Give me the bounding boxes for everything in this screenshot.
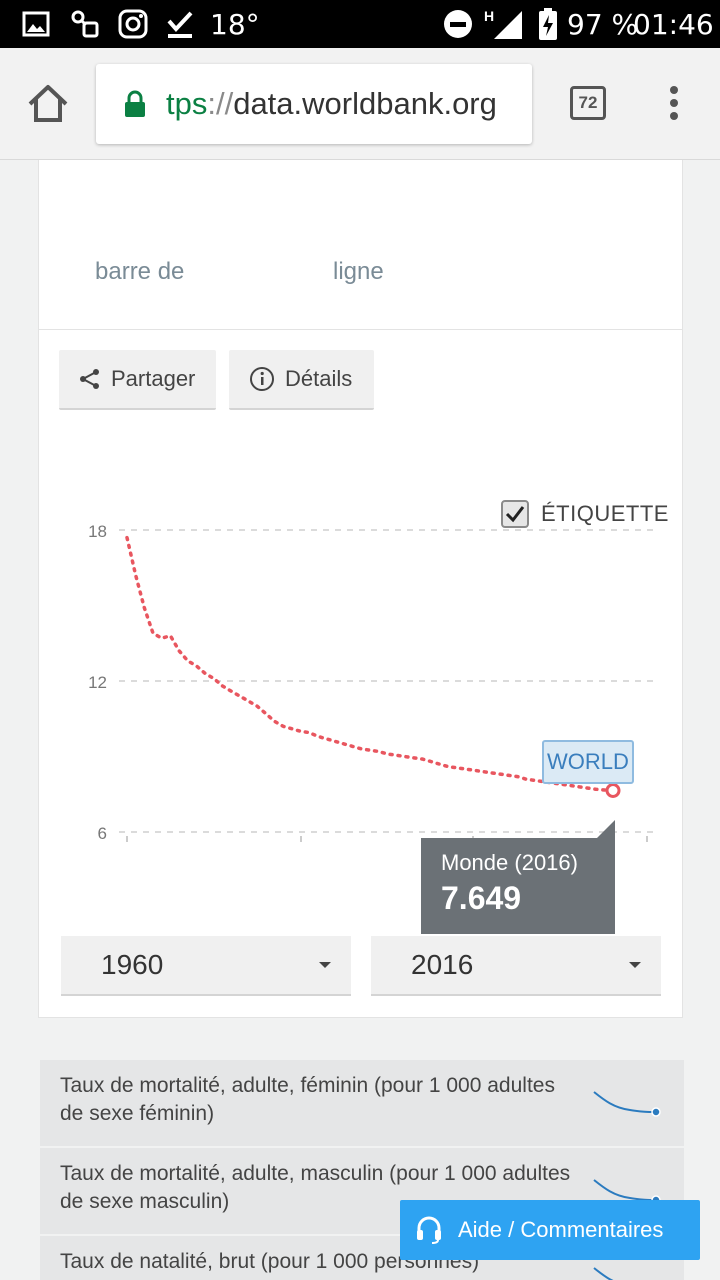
headset-icon	[417, 1216, 441, 1244]
data-point-2016	[605, 783, 621, 799]
tooltip-title: Monde (2016)	[441, 850, 578, 875]
clock: 01:46	[633, 7, 714, 41]
sparkline	[593, 1267, 614, 1280]
signal-icon	[494, 0, 522, 48]
instagram-icon	[118, 0, 148, 48]
start-year-select[interactable]: 1960	[61, 936, 351, 996]
tab-line-chart[interactable]: ligne	[333, 258, 384, 286]
image-notification-icon	[22, 0, 50, 48]
tab-switcher-button[interactable]: 72	[570, 86, 606, 120]
indicator-title: Taux de mortalité, adulte, féminin (pour…	[60, 1074, 555, 1125]
home-icon[interactable]	[26, 82, 70, 126]
y-tick-label: 6	[98, 824, 107, 843]
series-line-world	[125, 535, 615, 793]
battery-level: 97 %	[567, 7, 639, 41]
lock-icon	[124, 90, 146, 118]
status-bar: 18° H 97 % 01:46	[0, 0, 720, 48]
chart-type-tabs: barre de ligne	[39, 160, 682, 330]
end-year-value: 2016	[411, 949, 474, 980]
details-button[interactable]: Détails	[229, 350, 374, 410]
series-label-world: WORLD	[542, 740, 634, 784]
help-feedback-label: Aide / Commentaires	[458, 1217, 664, 1242]
link-notification-icon	[70, 0, 100, 48]
checkmark-icon	[505, 506, 525, 523]
url-text: tps://data.worldbank.org	[166, 86, 497, 121]
share-icon	[80, 369, 99, 389]
line-chart: 6 12 18	[88, 522, 659, 843]
help-feedback-button[interactable]: Aide / Commentaires	[400, 1200, 700, 1260]
label-toggle-text: ÉTIQUETTE	[541, 501, 669, 526]
share-label: Partager	[111, 366, 196, 391]
overflow-menu-icon[interactable]	[664, 86, 684, 122]
network-type: H	[484, 8, 495, 24]
download-done-icon	[166, 0, 194, 48]
temperature: 18°	[210, 7, 260, 41]
address-bar[interactable]: tps://data.worldbank.org	[96, 64, 532, 144]
do-not-disturb-icon	[443, 0, 473, 48]
share-button[interactable]: Partager	[59, 350, 216, 410]
battery-charging-icon	[538, 0, 558, 48]
chart-card: barre de ligne Partager Détails 6 12 18 ÉT…	[38, 160, 683, 1018]
end-year-select[interactable]: 2016	[371, 936, 661, 996]
chevron-down-icon	[319, 962, 331, 968]
y-tick-label: 18	[88, 522, 107, 541]
info-icon	[250, 367, 274, 391]
tooltip-value: 7.649	[441, 880, 522, 916]
list-item[interactable]: Taux de mortalité, adulte, féminin (pour…	[40, 1060, 684, 1146]
y-tick-label: 12	[88, 673, 107, 692]
tab-bar-chart[interactable]: barre de	[95, 258, 184, 286]
details-label: Détails	[285, 366, 353, 391]
browser-toolbar: tps://data.worldbank.org 72	[0, 48, 720, 160]
chart-tooltip: Monde (2016) 7.649	[421, 820, 615, 934]
chevron-down-icon	[629, 962, 641, 968]
start-year-value: 1960	[101, 949, 164, 980]
label-toggle[interactable]: ÉTIQUETTE	[501, 500, 669, 528]
sparkline	[593, 1091, 661, 1117]
label-checkbox[interactable]	[501, 500, 529, 528]
